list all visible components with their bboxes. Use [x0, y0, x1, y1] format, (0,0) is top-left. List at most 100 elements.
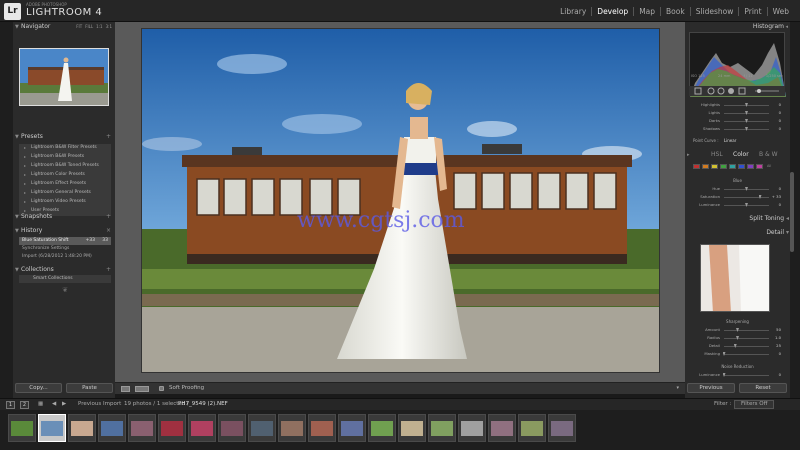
filter-dropdown[interactable]: Filters Off [734, 400, 775, 409]
navigator-header[interactable]: ▼ Navigator FIT FILL 1:1 3:1 [13, 22, 115, 32]
slider-track[interactable] [724, 197, 769, 198]
paste-settings-button[interactable]: Paste [66, 383, 113, 393]
slider-value[interactable]: + 33 [772, 194, 781, 199]
toolbar-menu-icon[interactable]: ▾ [676, 385, 679, 391]
source-label[interactable]: Previous Import [78, 401, 121, 407]
module-web[interactable]: Web [766, 7, 794, 16]
filmstrip-thumbnail[interactable] [458, 414, 486, 442]
color-swatch[interactable] [756, 164, 763, 169]
detail-header[interactable]: Detail ▾ [685, 228, 790, 238]
slider-value[interactable]: 0 [779, 126, 781, 131]
filmstrip-thumbnail[interactable] [128, 414, 156, 442]
collection-smart-collections[interactable]: Smart Collections [19, 275, 111, 283]
slider-row[interactable]: Radius 1.0 [689, 335, 785, 342]
slider-row[interactable]: Shadows 0 [689, 126, 785, 133]
color-swatch[interactable] [693, 164, 700, 169]
filmstrip-thumbnail[interactable] [98, 414, 126, 442]
loupe-view-icon[interactable] [121, 386, 130, 392]
color-swatch[interactable] [720, 164, 727, 169]
add-preset-icon[interactable]: + [106, 132, 111, 142]
module-develop[interactable]: Develop [591, 7, 633, 16]
filmstrip-thumbnail[interactable] [188, 414, 216, 442]
reset-button[interactable]: Reset [739, 383, 787, 393]
slider-row[interactable]: Saturation + 33 [689, 194, 785, 201]
color-swatch[interactable] [738, 164, 745, 169]
filmstrip-thumbnail[interactable] [308, 414, 336, 442]
add-snapshot-icon[interactable]: + [106, 212, 111, 222]
before-after-icon[interactable] [135, 386, 149, 392]
color-swatch[interactable] [729, 164, 736, 169]
module-book[interactable]: Book [660, 7, 690, 16]
filmstrip-thumbnail[interactable] [338, 414, 366, 442]
slider-value[interactable]: 0 [779, 186, 781, 191]
slider-value[interactable]: 25 [776, 343, 781, 348]
copy-settings-button[interactable]: Copy... [15, 383, 62, 393]
module-slideshow[interactable]: Slideshow [689, 7, 739, 16]
filmstrip-thumbnail[interactable] [398, 414, 426, 442]
filmstrip-thumbnail[interactable] [8, 414, 36, 442]
slider-value[interactable]: 1.0 [775, 335, 781, 340]
preset-folder[interactable]: Lightroom B&W Presets [19, 153, 111, 162]
slider-row[interactable]: Highlights 0 [689, 102, 785, 109]
snapshots-header[interactable]: ▼ Snapshots + [13, 212, 115, 222]
hsl-tab[interactable]: HSL [711, 150, 723, 160]
photo-canvas[interactable] [141, 28, 660, 373]
navigator-preview[interactable] [19, 48, 109, 106]
slider-value[interactable]: 0 [779, 102, 781, 107]
previous-button[interactable]: Previous [687, 383, 735, 393]
presets-header[interactable]: ▼ Presets + [13, 132, 115, 142]
preset-folder[interactable]: Lightroom B&W Toned Presets [19, 162, 111, 171]
right-panel-scrollbar[interactable] [790, 172, 794, 252]
zoom-1-1[interactable]: 1:1 [96, 22, 102, 32]
split-toning-header[interactable]: Split Toning ◂ [685, 214, 790, 224]
slider-value[interactable]: 0 [779, 372, 781, 377]
history-header[interactable]: ▼ History × [13, 226, 115, 236]
slider-track[interactable] [724, 354, 769, 355]
collections-header[interactable]: ▼ Collections + [13, 265, 115, 275]
bw-tab[interactable]: B & W [759, 150, 778, 160]
detail-preview[interactable] [700, 244, 770, 312]
point-curve-row[interactable]: Point Curve : Linear [693, 138, 736, 143]
zoom-fill[interactable]: FILL [85, 22, 93, 32]
filmstrip-thumbnail[interactable] [518, 414, 546, 442]
filmstrip-thumbnail[interactable] [218, 414, 246, 442]
color-swatch[interactable] [702, 164, 709, 169]
color-swatch[interactable] [747, 164, 754, 169]
slider-value[interactable]: 0 [779, 118, 781, 123]
soft-proofing-checkbox[interactable] [159, 386, 164, 391]
filmstrip-thumbnail[interactable] [248, 414, 276, 442]
slider-row[interactable]: Luminance 0 [689, 372, 785, 379]
slider-value[interactable]: 50 [776, 327, 781, 332]
slider-row[interactable]: Amount 50 [689, 327, 785, 334]
preset-folder[interactable]: Lightroom General Presets [19, 189, 111, 198]
color-swatch[interactable] [711, 164, 718, 169]
preset-folder[interactable]: Lightroom Video Presets [19, 198, 111, 207]
filmstrip-thumbnail[interactable] [38, 414, 66, 442]
back-arrow-icon[interactable]: ◀ [52, 401, 56, 407]
filmstrip-thumbnail[interactable] [368, 414, 396, 442]
zoom-3-1[interactable]: 3:1 [106, 22, 112, 32]
preset-folder[interactable]: Lightroom Color Presets [19, 171, 111, 180]
slider-row[interactable]: Hue 0 [689, 186, 785, 193]
module-library[interactable]: Library [555, 7, 591, 16]
slider-row[interactable]: Masking 0 [689, 351, 785, 358]
point-curve-value[interactable]: Linear [724, 138, 736, 143]
slider-track[interactable] [724, 346, 769, 347]
preset-folder[interactable]: Lightroom Effect Presets [19, 180, 111, 189]
left-panel-edge[interactable] [0, 22, 13, 398]
slider-track[interactable] [724, 338, 769, 339]
slider-row[interactable]: Darks 0 [689, 118, 785, 125]
filmstrip-thumbnail[interactable] [278, 414, 306, 442]
filmstrip-thumbnail[interactable] [158, 414, 186, 442]
secondary-window-button[interactable]: 2 [20, 401, 29, 409]
filename-label[interactable]: PH7_9549 (2).NEF [178, 401, 228, 407]
zoom-fit[interactable]: FIT [76, 22, 82, 32]
history-step[interactable]: Blue Saturation Shift +33 33 [19, 237, 111, 245]
histogram-header[interactable]: Histogram ◂ [685, 22, 790, 32]
filmstrip-thumbnail[interactable] [488, 414, 516, 442]
slider-value[interactable]: 0 [779, 110, 781, 115]
primary-window-button[interactable]: 1 [6, 401, 15, 409]
color-all-toggle[interactable]: All [767, 162, 771, 171]
history-step[interactable]: Synchronize Settings [19, 245, 111, 253]
slider-row[interactable]: Luminance 0 [689, 202, 785, 209]
